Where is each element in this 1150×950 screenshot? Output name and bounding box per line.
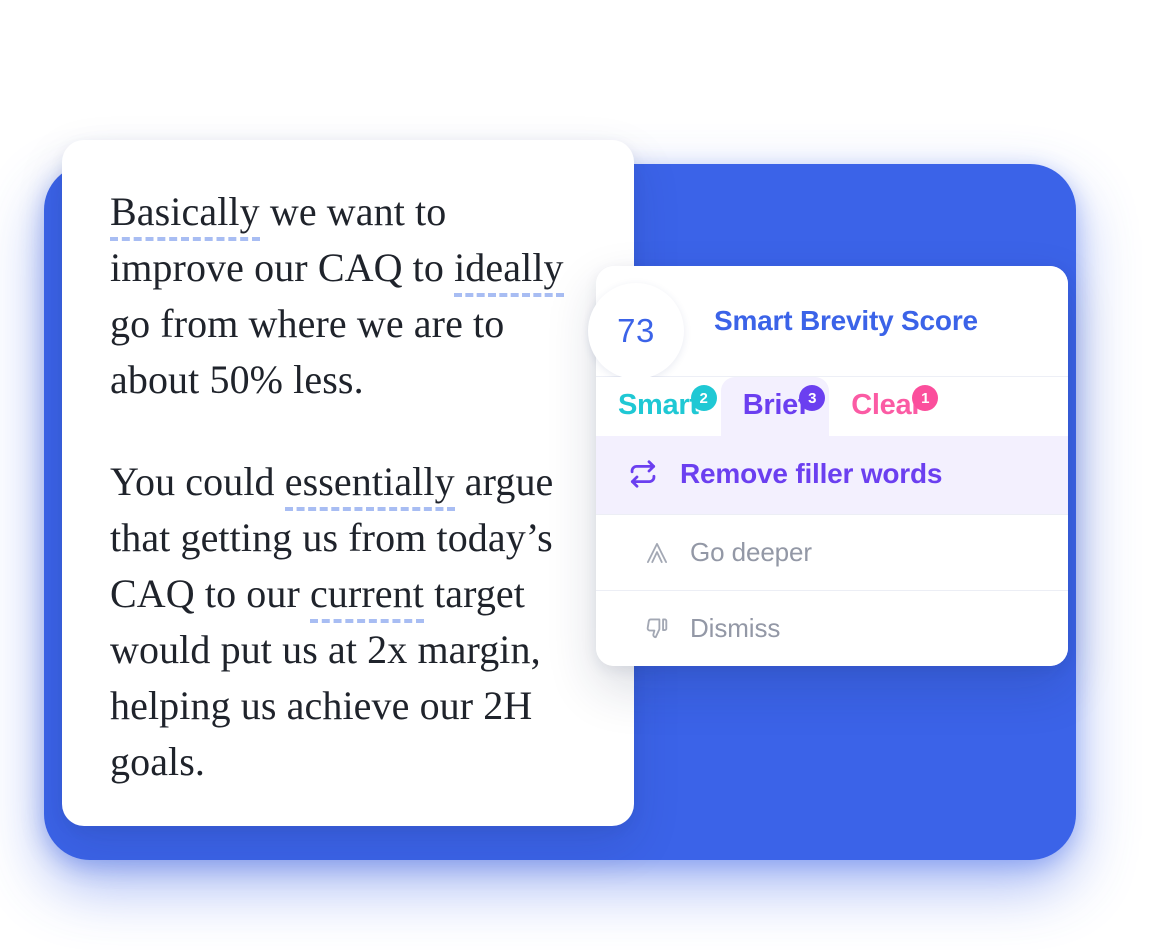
composition-stage: Basically we want to improve our CAQ to … (0, 0, 1150, 950)
document-text-run: You could (110, 459, 285, 504)
tab-smart[interactable]: Smart 2 (596, 377, 721, 436)
remove-filler-words-action[interactable]: Remove filler words (596, 436, 1068, 514)
tab-brief-badge: 3 (799, 385, 826, 411)
tab-clear[interactable]: Clear 1 (829, 377, 944, 436)
document-text-run: go from where we are to about 50% less. (110, 301, 505, 402)
swap-arrows-icon (626, 458, 660, 490)
flagged-filler-word[interactable]: essentially (284, 459, 455, 511)
remove-filler-words-label: Remove filler words (680, 458, 943, 489)
tab-clear-badge: 1 (912, 385, 939, 411)
tab-smart-label: Smart (618, 389, 699, 421)
flagged-filler-word[interactable]: ideally (454, 245, 564, 297)
suggestion-tabs: Smart 2 Brief 3 Clear 1 (596, 377, 1068, 436)
go-deeper-action[interactable]: Go deeper (596, 514, 1068, 590)
document-paragraph: Basically we want to improve our CAQ to … (110, 184, 588, 408)
smart-brevity-panel: 73 Smart Brevity Score Smart 2 Brief 3 C… (588, 266, 1068, 666)
axios-a-icon (644, 540, 670, 566)
smart-brevity-score-ring: 73 (588, 283, 684, 379)
dismiss-action[interactable]: Dismiss (596, 590, 1068, 666)
tab-smart-badge: 2 (690, 385, 717, 411)
panel-header: 73 Smart Brevity Score (588, 266, 1068, 379)
tab-brief[interactable]: Brief 3 (720, 377, 830, 436)
document-paragraph: You could essentially argue that getting… (110, 454, 588, 790)
flagged-filler-word[interactable]: Basically (110, 189, 260, 241)
tab-brief-label: Brief (742, 389, 808, 421)
panel-title: Smart Brevity Score (714, 305, 978, 336)
score-value: 73 (617, 312, 655, 349)
editor-card: Basically we want to improve our CAQ to … (62, 140, 634, 826)
dismiss-label: Dismiss (690, 613, 781, 643)
go-deeper-label: Go deeper (690, 537, 812, 567)
thumbs-down-icon (644, 616, 670, 642)
flagged-filler-word[interactable]: current (310, 571, 424, 623)
